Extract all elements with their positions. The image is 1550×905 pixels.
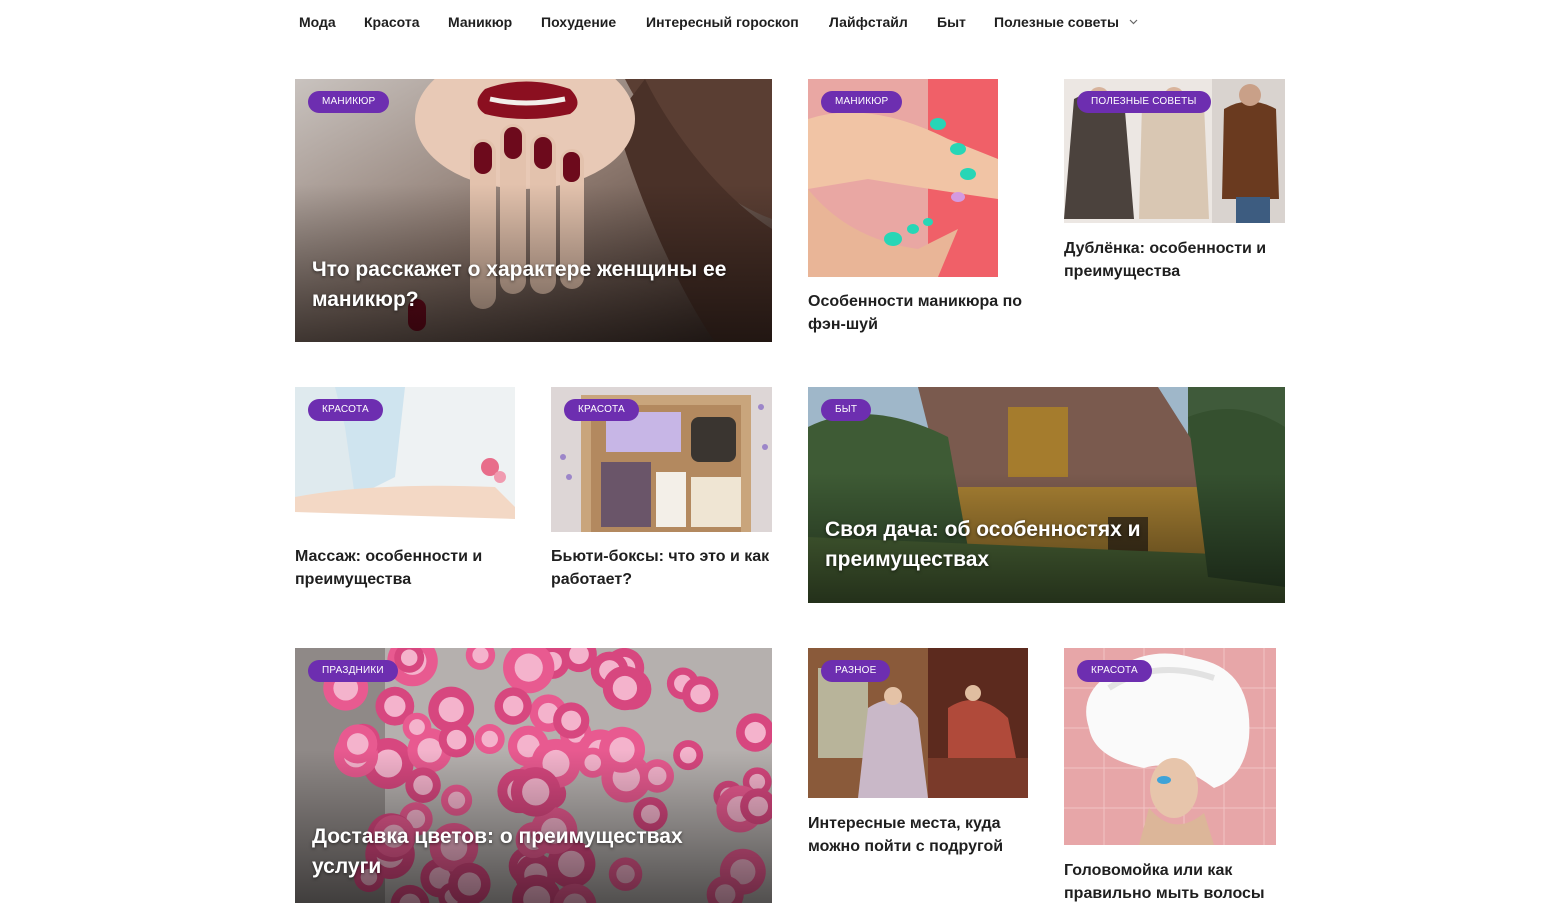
post-title[interactable]: Особенности маникюра по фэн-шуй [808, 290, 1033, 336]
post-card-featured: Быт Своя дача: об особенностях и преимущ… [808, 387, 1285, 603]
post-card: Маникюр Особенности маникюра по фэн-шуй [808, 79, 1028, 339]
main-navigation: Мода Красота Маникюр Похудение Интересны… [0, 0, 1550, 44]
category-badge[interactable]: Красота [564, 399, 639, 421]
category-badge[interactable]: Маникюр [308, 91, 390, 113]
post-title[interactable]: Что расскажет о характере женщины ее ман… [312, 255, 748, 315]
nav-item-moda[interactable]: Мода [299, 14, 336, 30]
post-card-featured: Праздники Доставка цветов: о преимуществ… [295, 648, 772, 903]
nav-item-goroskop[interactable]: Интересный гороскоп [646, 14, 799, 30]
post-title[interactable]: Своя дача: об особенностях и преимуществ… [825, 515, 1261, 575]
post-card: Красота Бьюти-боксы: что это и как работ… [551, 387, 772, 597]
nav-item-krasota[interactable]: Красота [364, 14, 420, 30]
nav-item-lifestyle[interactable]: Лайфстайл [829, 14, 908, 30]
post-title[interactable]: Доставка цветов: о преимуществах услуги [312, 822, 748, 882]
category-badge[interactable]: Маникюр [821, 91, 903, 113]
category-badge[interactable]: Быт [821, 399, 872, 421]
category-badge[interactable]: Полезные советы [1077, 91, 1211, 113]
post-card: Разное Интересные места, куда можно пойт… [808, 648, 1028, 858]
post-card: Красота Массаж: особенности и преимущест… [295, 387, 515, 597]
nav-item-label: Полезные советы [994, 14, 1119, 30]
nav-item-pohudenie[interactable]: Похудение [541, 14, 616, 30]
post-title[interactable]: Бьюти-боксы: что это и как работает? [551, 545, 772, 591]
category-badge[interactable]: Разное [821, 660, 891, 682]
post-card-featured: Маникюр Что расскажет о характере женщин… [295, 79, 772, 342]
category-badge[interactable]: Красота [308, 399, 383, 421]
post-card: Полезные советы Дублёнка: особенности и … [1064, 79, 1285, 289]
post-title[interactable]: Дублёнка: особенности и преимущества [1064, 237, 1285, 283]
nav-item-poleznye-sovety[interactable]: Полезные советы [994, 14, 1138, 30]
nav-item-manikyur[interactable]: Маникюр [448, 14, 512, 30]
category-badge[interactable]: Праздники [308, 660, 398, 682]
category-badge[interactable]: Красота [1077, 660, 1152, 682]
post-title[interactable]: Головомойка или как правильно мыть волос… [1064, 859, 1285, 905]
nav-item-byt[interactable]: Быт [937, 14, 966, 30]
post-card: Красота Головомойка или как правильно мы… [1064, 648, 1285, 903]
post-title[interactable]: Массаж: особенности и преимущества [295, 545, 515, 591]
post-title[interactable]: Интересные места, куда можно пойти с под… [808, 812, 1028, 858]
chevron-down-icon[interactable] [1129, 19, 1138, 25]
